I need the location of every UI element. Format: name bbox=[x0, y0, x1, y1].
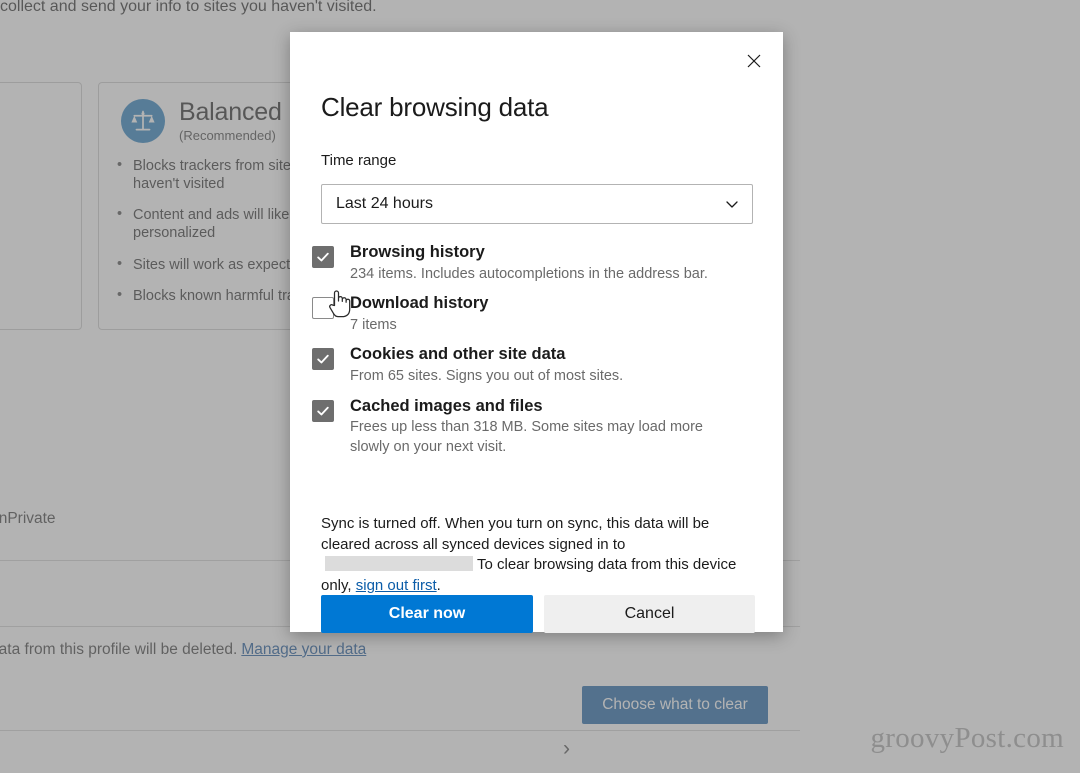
checkbox-cookies-and-site-data[interactable] bbox=[312, 348, 334, 371]
list-item: all sites bbox=[0, 191, 67, 209]
checkbox-cached-images-and-files[interactable] bbox=[312, 399, 334, 422]
time-range-value: Last 24 hours bbox=[336, 195, 433, 212]
list-item: e bbox=[0, 243, 67, 261]
option-text: Cookies and other site data From 65 site… bbox=[350, 344, 765, 386]
option-title: Browsing history bbox=[350, 243, 485, 261]
option-description: From 65 sites. Signs you out of most sit… bbox=[350, 368, 624, 384]
chevron-right-icon: › bbox=[563, 737, 570, 760]
time-range-label: Time range bbox=[321, 152, 397, 169]
list-item: ers bbox=[0, 345, 67, 363]
data-type-option-list: Browsing history 234 items. Includes aut… bbox=[310, 242, 765, 504]
manage-your-data-link[interactable]: Manage your data bbox=[241, 641, 366, 658]
checkbox-download-history[interactable] bbox=[312, 297, 334, 320]
sync-note-part-1: Sync is turned off. When you turn on syn… bbox=[321, 515, 710, 553]
list-item[interactable]: Browsing history 234 items. Includes aut… bbox=[310, 242, 765, 284]
screenshot-root: collect and send your info to sites you … bbox=[0, 0, 1080, 773]
option-title: Cookies and other site data bbox=[350, 345, 566, 364]
option-description: 234 items. Includes autocompletions in t… bbox=[350, 265, 708, 282]
tracking-card-balanced-title: Balanced bbox=[179, 98, 282, 126]
divider bbox=[0, 730, 800, 731]
list-item[interactable]: Cached images and files Frees up less th… bbox=[310, 396, 765, 458]
clear-now-button[interactable]: Clear now bbox=[321, 595, 533, 633]
option-description: 7 items bbox=[350, 316, 397, 333]
background-top-paragraph: collect and send your info to sites you … bbox=[0, 0, 377, 15]
time-range-select[interactable]: Last 24 hours bbox=[321, 184, 753, 224]
option-title: Download history bbox=[350, 294, 489, 313]
balance-scale-icon bbox=[121, 99, 165, 143]
sign-out-first-link[interactable]: sign out first bbox=[356, 577, 437, 594]
sync-status-note: Sync is turned off. When you turn on syn… bbox=[321, 514, 755, 597]
option-text: Browsing history 234 items. Includes aut… bbox=[350, 242, 765, 284]
option-text: Download history 7 items bbox=[350, 293, 765, 335]
checkbox-browsing-history[interactable] bbox=[312, 246, 334, 268]
sync-note-end: . bbox=[436, 577, 441, 595]
clear-browsing-data-description-text: , cookies, and more. Only data from this… bbox=[0, 641, 238, 658]
tracking-card-balanced-titles: Balanced (Recommended) bbox=[179, 98, 282, 143]
chevron-down-icon bbox=[724, 196, 740, 212]
dialog-title: Clear browsing data bbox=[321, 92, 549, 122]
option-text: Cached images and files Frees up less th… bbox=[350, 396, 765, 458]
option-description: Frees up less than 318 MB. Some sites ma… bbox=[350, 419, 703, 455]
tracking-card-basic[interactable]: all sites e ers bbox=[0, 82, 82, 330]
tracking-card-balanced-subtitle: (Recommended) bbox=[179, 128, 276, 143]
option-list-scrollbar[interactable] bbox=[1034, 240, 1042, 366]
list-item[interactable]: Cookies and other site data From 65 site… bbox=[310, 344, 765, 386]
option-title: Cached images and files bbox=[350, 396, 543, 415]
clear-browsing-data-dialog: Clear browsing data Time range Last 24 h… bbox=[290, 32, 783, 633]
clear-browsing-data-description: , cookies, and more. Only data from this… bbox=[0, 641, 670, 659]
redacted-account-email bbox=[325, 556, 473, 572]
choose-what-to-clear-button[interactable]: Choose what to clear bbox=[582, 686, 768, 724]
close-icon[interactable] bbox=[733, 40, 775, 82]
tracking-card-basic-bullets: all sites e ers bbox=[0, 191, 81, 363]
dialog-action-buttons: Clear now Cancel bbox=[321, 595, 755, 633]
clear-on-close-row[interactable]: e you close the browser › bbox=[0, 737, 750, 760]
cancel-button[interactable]: Cancel bbox=[544, 595, 755, 633]
list-item[interactable]: Download history 7 items bbox=[310, 293, 765, 335]
watermark: groovyPost.com bbox=[870, 722, 1064, 754]
